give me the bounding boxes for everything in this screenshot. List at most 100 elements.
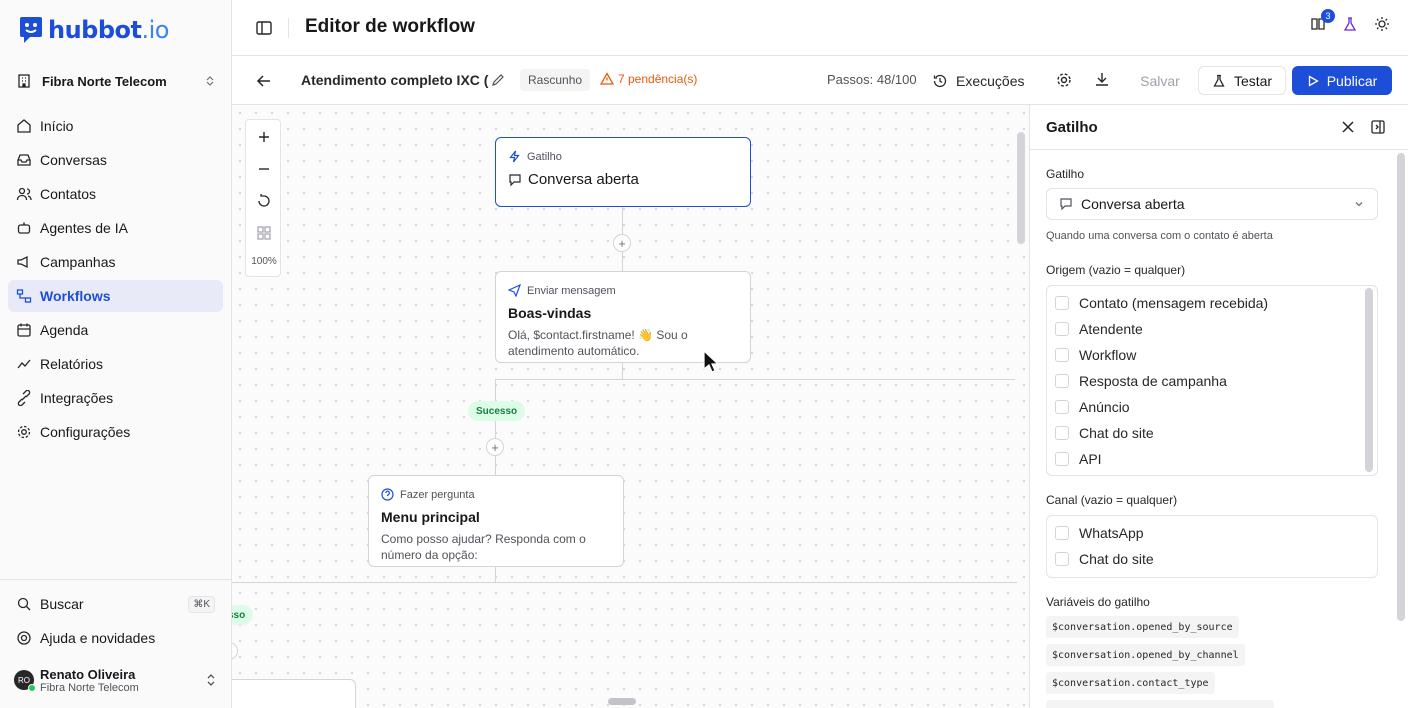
checkbox[interactable] [1055, 452, 1069, 466]
org-switcher[interactable]: Fibra Norte Telecom [8, 64, 224, 98]
sidebar-toggle-icon[interactable] [254, 18, 274, 38]
canvas-vertical-scrollbar[interactable] [1017, 132, 1025, 244]
partial-node[interactable] [232, 679, 356, 708]
channel-option[interactable]: Chat do site [1047, 546, 1377, 572]
checkbox[interactable] [1055, 322, 1069, 336]
hubbot-logo-icon [20, 17, 42, 43]
add-step-button[interactable]: + [232, 642, 238, 660]
nav-item-inicio[interactable]: Início [8, 110, 223, 142]
help-label: Ajuda e novidades [40, 630, 156, 646]
help-icon [17, 631, 31, 645]
nav-item-conversas[interactable]: Conversas [8, 144, 223, 176]
origin-option[interactable]: Anúncio [1047, 394, 1377, 420]
edge [495, 379, 496, 475]
fit-grid-icon[interactable] [255, 224, 273, 242]
trigger-select-value: Conversa aberta [1081, 196, 1185, 212]
help-button[interactable]: Ajuda e novidades [8, 622, 223, 654]
origin-option[interactable]: Chat do site [1047, 420, 1377, 446]
trigger-select[interactable]: Conversa aberta [1046, 188, 1378, 220]
checkbox[interactable] [1055, 526, 1069, 540]
origin-option[interactable]: Resposta de campanha [1047, 368, 1377, 394]
nav-item-contatos[interactable]: Contatos [8, 178, 223, 210]
edge [622, 362, 623, 379]
chevron-updown-icon [207, 674, 215, 686]
node-type: Enviar mensagem [527, 284, 616, 297]
origin-option[interactable]: Workflow [1047, 342, 1377, 368]
user-menu[interactable]: RO Renato Oliveira Fibra Norte Telecom [8, 660, 223, 700]
nav-item-campanhas[interactable]: Campanhas [8, 246, 223, 278]
executions-label: Execuções [956, 73, 1025, 89]
channel-option[interactable]: WhatsApp [1047, 520, 1377, 546]
top-header: Editor de workflow 3 [232, 0, 1408, 56]
save-button[interactable]: Salvar [1125, 67, 1195, 95]
trigger-variable[interactable]: $conversation.contact_type [1046, 672, 1215, 694]
nav-item-configuracoes[interactable]: Configurações [8, 416, 223, 448]
test-button[interactable]: Testar [1198, 66, 1286, 95]
checkbox[interactable] [1055, 374, 1069, 388]
theme-toggle-button[interactable] [1374, 16, 1390, 32]
origin-list-scrollbar[interactable] [1365, 288, 1373, 472]
add-step-button[interactable]: + [613, 234, 631, 252]
nav-item-relatorios[interactable]: Relatórios [8, 348, 223, 380]
workflow-canvas[interactable]: 100% + Sucesso + sso + Gatilho Conversa … [232, 105, 1029, 708]
origin-option[interactable]: API [1047, 446, 1377, 472]
zoom-in-icon[interactable] [255, 128, 273, 146]
download-icon[interactable] [1093, 71, 1111, 89]
ask-question-node[interactable]: Fazer pergunta Menu principal Como posso… [368, 475, 624, 567]
origin-label: Origem (vazio = qualquer) [1046, 263, 1186, 277]
chevron-down-icon [1355, 202, 1363, 207]
edit-pencil-icon[interactable] [490, 72, 506, 88]
close-icon[interactable] [1340, 119, 1356, 135]
nav-item-workflows[interactable]: Workflows [8, 280, 223, 312]
notifications-button[interactable]: 3 [1310, 9, 1335, 32]
publish-button[interactable]: Publicar [1292, 66, 1392, 95]
nav-label: Relatórios [40, 356, 104, 372]
trigger-node[interactable]: Gatilho Conversa aberta [495, 137, 751, 207]
node-header: Enviar mensagem [508, 284, 738, 297]
nav-label: Workflows [40, 288, 111, 304]
nav-item-agentes[interactable]: Agentes de IA [8, 212, 223, 244]
zoom-level: 100% [251, 256, 277, 267]
back-arrow-icon[interactable] [255, 72, 273, 90]
sun-icon [1375, 17, 1389, 31]
chevron-updown-icon [206, 76, 214, 86]
workflow-name[interactable]: Atendimento completo IXC ( [301, 72, 488, 88]
panel-scrollbar[interactable] [1397, 153, 1405, 621]
executions-button[interactable]: Execuções [932, 68, 1024, 94]
checkbox[interactable] [1055, 348, 1069, 362]
header-divider [288, 18, 289, 38]
send-icon [508, 284, 521, 297]
play-icon [1308, 74, 1319, 87]
nav-item-integracoes[interactable]: Integrações [8, 382, 223, 414]
reset-view-icon[interactable] [255, 192, 273, 210]
labs-button[interactable] [1342, 16, 1358, 32]
chart-icon [16, 356, 32, 372]
trigger-variable[interactable]: $conversation.opened_by_channel [1046, 644, 1245, 666]
canvas-horizontal-scrollbar[interactable] [608, 698, 636, 705]
checkbox[interactable] [1055, 552, 1069, 566]
zoom-out-icon[interactable] [255, 160, 273, 178]
pending-issues-button[interactable]: 7 pendência(s) [600, 72, 697, 86]
calendar-icon [16, 322, 32, 338]
checkbox[interactable] [1055, 400, 1069, 414]
collapse-panel-icon[interactable] [1370, 119, 1386, 135]
test-label: Testar [1233, 72, 1273, 89]
origin-option[interactable]: Atendente [1047, 316, 1377, 342]
steps-counter: Passos: 48/100 [827, 72, 917, 87]
settings-gear-icon[interactable] [1055, 71, 1073, 89]
trigger-variable[interactable] [1046, 700, 1274, 708]
add-step-button[interactable]: + [486, 438, 504, 456]
checkbox[interactable] [1055, 426, 1069, 440]
trigger-variable[interactable]: $conversation.opened_by_source [1046, 616, 1239, 638]
search-button[interactable]: Buscar ⌘K [8, 588, 223, 620]
inbox-icon [16, 152, 32, 168]
brand-logo[interactable]: hubbot.io [18, 16, 169, 44]
nav-item-agenda[interactable]: Agenda [8, 314, 223, 346]
trigger-hint: Quando uma conversa com o contato é aber… [1046, 230, 1273, 242]
channel-label: Canal (vazio = qualquer) [1046, 493, 1178, 507]
checkbox[interactable] [1055, 296, 1069, 310]
origin-option[interactable]: Contato (mensagem recebida) [1047, 290, 1377, 316]
channel-listbox: WhatsApp Chat do site [1046, 515, 1378, 578]
node-header: Fazer pergunta [381, 488, 611, 501]
contacts-icon [16, 186, 32, 202]
